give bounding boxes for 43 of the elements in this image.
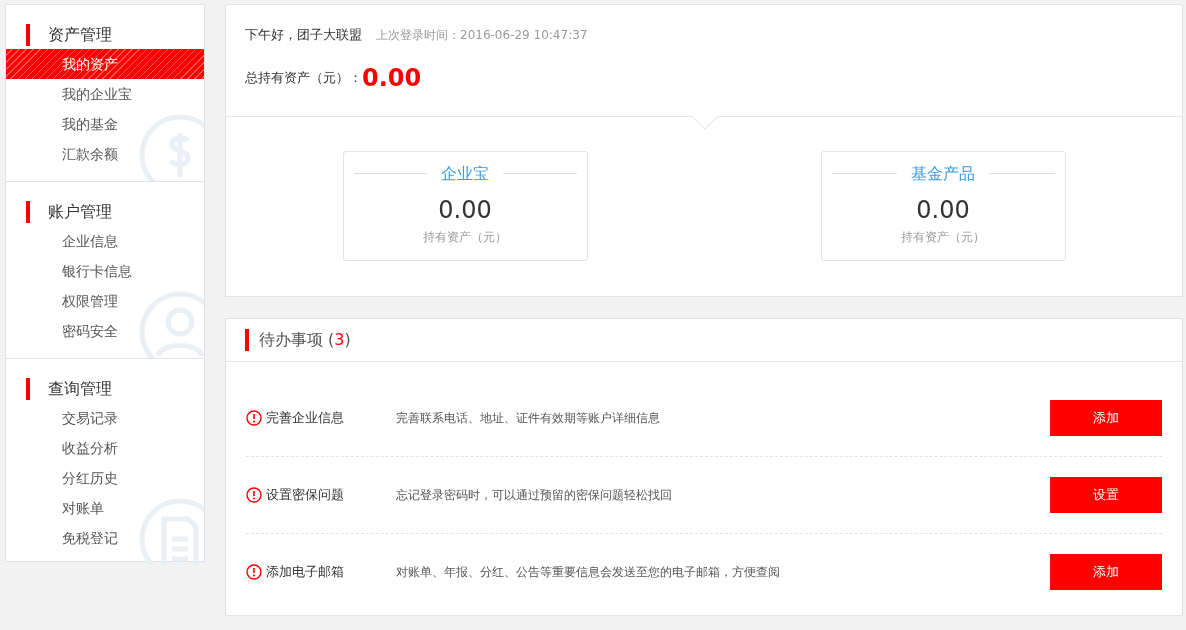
heading-marker — [26, 24, 30, 46]
sidebar-item[interactable]: 免税登记 — [6, 523, 204, 553]
todo-description: 完善联系电话、地址、证件有效期等账户详细信息 — [396, 409, 661, 427]
sidebar-item[interactable]: 对账单 — [6, 493, 204, 523]
heading-marker — [245, 328, 249, 351]
product-caption: 持有资产（元） — [900, 228, 986, 246]
section-heading: 查询管理 — [48, 378, 112, 400]
todo-title: 设置密保问题 — [266, 485, 344, 504]
action-button[interactable]: 设置 — [1050, 476, 1162, 513]
total-assets-value: 0.00 — [362, 62, 422, 94]
total-assets-label: 总持有资产（元）： — [245, 68, 362, 87]
sidebar-item[interactable]: 我的资产 — [6, 49, 204, 79]
sidebar-item[interactable]: 汇款余额 — [6, 139, 204, 169]
heading-marker — [26, 378, 30, 400]
sidebar-item[interactable]: 权限管理 — [6, 286, 204, 316]
greeting-text: 下午好，团子大联盟 — [245, 27, 362, 42]
product-title: 企业宝 — [441, 162, 489, 185]
product-value: 0.00 — [915, 194, 971, 226]
todo-heading: 待办事项 (3) — [259, 328, 351, 351]
sidebar-item[interactable]: 银行卡信息 — [6, 256, 204, 286]
todo-title: 添加电子邮箱 — [266, 563, 344, 582]
sidebar-item[interactable]: 企业信息 — [6, 226, 204, 256]
alert-icon — [246, 409, 262, 426]
section-heading: 资产管理 — [48, 24, 112, 46]
action-button[interactable]: 添加 — [1050, 554, 1162, 590]
product-caption: 持有资产（元） — [422, 228, 508, 246]
todo-title: 完善企业信息 — [266, 408, 344, 427]
last-login-text: 上次登录时间：2016-06-29 10:47:37 — [376, 28, 588, 42]
section-heading: 账户管理 — [48, 201, 112, 223]
product-value: 0.00 — [437, 194, 493, 226]
alert-icon — [246, 486, 262, 503]
sidebar-item[interactable]: 收益分析 — [6, 433, 204, 463]
sidebar-item[interactable]: 交易记录 — [6, 403, 204, 433]
alert-icon — [246, 564, 262, 580]
sidebar-item[interactable]: 密码安全 — [6, 316, 204, 346]
todo-description: 对账单、年报、分红、公告等重要信息会发送至您的电子邮箱，方便查阅 — [396, 564, 781, 581]
sidebar-item[interactable]: 我的基金 — [6, 109, 204, 139]
heading-marker — [26, 201, 30, 223]
sidebar-item[interactable]: 我的企业宝 — [6, 79, 204, 109]
todo-description: 忘记登录密码时，可以通过预留的密保问题轻松找回 — [396, 486, 673, 504]
sidebar-item[interactable]: 分红历史 — [6, 463, 204, 493]
product-title: 基金产品 — [911, 162, 975, 185]
action-button[interactable]: 添加 — [1050, 399, 1162, 436]
